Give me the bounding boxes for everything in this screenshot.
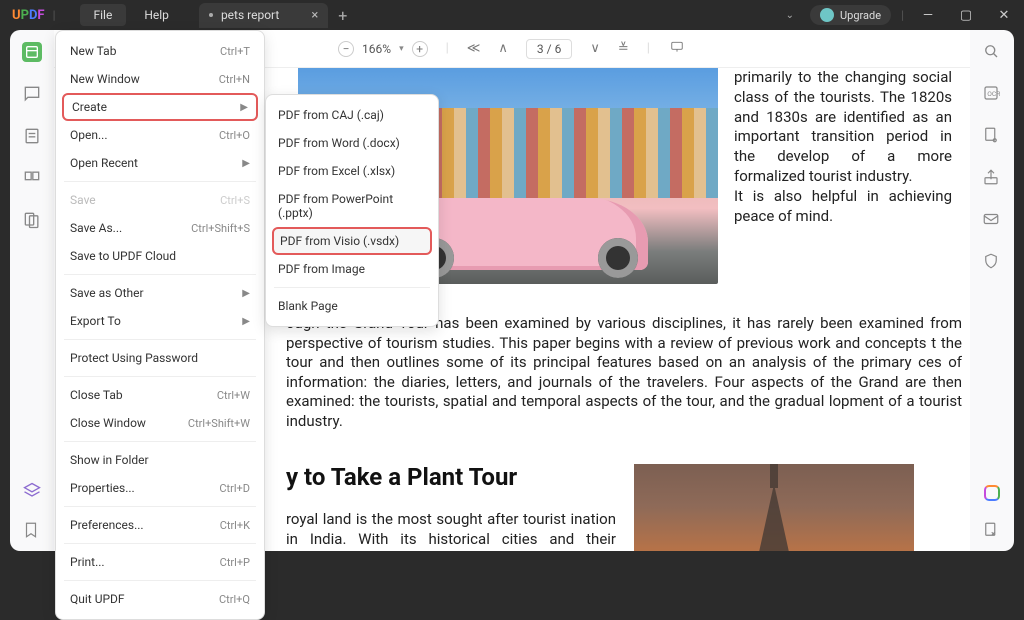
file-save-other[interactable]: Save as Other▶ xyxy=(56,279,264,307)
create-submenu: PDF from CAJ (.caj) PDF from Word (.docx… xyxy=(265,94,439,327)
create-from-excel[interactable]: PDF from Excel (.xlsx) xyxy=(266,157,438,185)
file-export[interactable]: Export To▶ xyxy=(56,307,264,335)
reader-mode-icon[interactable] xyxy=(22,42,42,62)
document-heading: y to Take a Plant Tour xyxy=(286,463,517,491)
file-save-cloud[interactable]: Save to UPDF Cloud xyxy=(56,242,264,270)
document-paragraph-lower: royal land is the most sought after tour… xyxy=(286,510,616,551)
zoom-value: 166% xyxy=(362,42,391,56)
protect-icon[interactable] xyxy=(982,252,1002,272)
search-icon[interactable] xyxy=(982,42,1002,62)
file-close-window[interactable]: Close WindowCtrl+Shift+W xyxy=(56,409,264,437)
crop-icon[interactable] xyxy=(982,126,1002,146)
page-tool-icon[interactable] xyxy=(22,210,42,230)
maximize-button[interactable]: ▢ xyxy=(952,8,980,23)
document-tab[interactable]: pets report × xyxy=(199,3,328,28)
menu-help[interactable]: Help xyxy=(130,4,183,26)
minimize-button[interactable]: — xyxy=(914,8,942,23)
ocr-icon[interactable]: OCR xyxy=(982,84,1002,104)
file-new-tab[interactable]: New TabCtrl+T xyxy=(56,37,264,65)
upgrade-badge-icon xyxy=(820,8,834,22)
zoom-dropdown-icon[interactable]: ▾ xyxy=(399,44,404,54)
last-page-button[interactable]: ≚ xyxy=(618,41,629,56)
edit-tool-icon[interactable] xyxy=(22,126,42,146)
create-from-word[interactable]: PDF from Word (.docx) xyxy=(266,129,438,157)
left-sidebar xyxy=(10,30,54,551)
file-show-folder[interactable]: Show in Folder xyxy=(56,446,264,474)
file-open[interactable]: Open...Ctrl+O xyxy=(56,121,264,149)
first-page-button[interactable]: ≪ xyxy=(467,41,481,56)
file-print[interactable]: Print...Ctrl+P xyxy=(56,548,264,576)
tab-title: pets report xyxy=(221,8,279,22)
updf-square-icon[interactable] xyxy=(984,485,1000,501)
create-blank-page[interactable]: Blank Page xyxy=(266,292,438,320)
document-image-tower xyxy=(634,464,914,551)
tab-modified-dot-icon xyxy=(209,13,213,17)
bookmark-icon[interactable] xyxy=(22,521,42,541)
organize-tool-icon[interactable] xyxy=(22,168,42,188)
title-bar: UPDF | File Help pets report × + ⌄ Upgra… xyxy=(0,0,1024,30)
zoom-in-button[interactable]: + xyxy=(412,41,428,57)
app-logo: UPDF xyxy=(12,8,45,23)
create-from-caj[interactable]: PDF from CAJ (.caj) xyxy=(266,101,438,129)
file-new-window[interactable]: New WindowCtrl+N xyxy=(56,65,264,93)
upgrade-label: Upgrade xyxy=(840,9,881,22)
file-properties[interactable]: Properties...Ctrl+D xyxy=(56,474,264,502)
tab-close-icon[interactable]: × xyxy=(311,8,318,23)
chevron-down-icon[interactable]: ⌄ xyxy=(786,10,794,21)
upgrade-button[interactable]: Upgrade xyxy=(810,5,891,25)
prev-page-button[interactable]: ∧ xyxy=(498,41,508,56)
create-from-image[interactable]: PDF from Image xyxy=(266,255,438,283)
mail-icon[interactable] xyxy=(982,210,1002,230)
chevron-right-icon: ▶ xyxy=(242,158,250,169)
close-button[interactable]: ✕ xyxy=(990,8,1018,23)
file-quit[interactable]: Quit UPDFCtrl+Q xyxy=(56,585,264,613)
file-create[interactable]: Create▶ xyxy=(62,93,258,121)
export-side-icon[interactable] xyxy=(982,521,1002,541)
comment-tool-icon[interactable] xyxy=(22,84,42,104)
document-paragraph-body: ough the Grand Tour has been examined by… xyxy=(286,314,962,431)
file-preferences[interactable]: Preferences...Ctrl+K xyxy=(56,511,264,539)
titlebar-right: ⌄ Upgrade | — ▢ ✕ xyxy=(786,0,1018,30)
menu-file[interactable]: File xyxy=(80,4,127,26)
add-tab-button[interactable]: + xyxy=(338,6,347,25)
chevron-right-icon: ▶ xyxy=(240,102,248,113)
file-save-as[interactable]: Save As...Ctrl+Shift+S xyxy=(56,214,264,242)
zoom-out-button[interactable]: − xyxy=(338,41,354,57)
page-box[interactable]: 3 / 6 xyxy=(526,39,572,59)
file-save: SaveCtrl+S xyxy=(56,186,264,214)
next-page-button[interactable]: ∨ xyxy=(590,41,600,56)
chevron-right-icon: ▶ xyxy=(242,316,250,327)
chevron-right-icon: ▶ xyxy=(242,288,250,299)
menu-bar: File Help xyxy=(80,4,183,26)
create-from-visio[interactable]: PDF from Visio (.vsdx) xyxy=(272,227,432,255)
layers-icon[interactable] xyxy=(22,481,42,501)
svg-text:OCR: OCR xyxy=(987,90,1000,98)
file-open-recent[interactable]: Open Recent▶ xyxy=(56,149,264,177)
file-close-tab[interactable]: Close TabCtrl+W xyxy=(56,381,264,409)
create-from-powerpoint[interactable]: PDF from PowerPoint (.pptx) xyxy=(266,185,438,227)
present-button[interactable] xyxy=(668,40,686,58)
share-icon[interactable] xyxy=(982,168,1002,188)
document-paragraph-right: primarily to the changing social class o… xyxy=(734,68,952,226)
right-sidebar: OCR xyxy=(970,30,1014,551)
file-menu: New TabCtrl+T New WindowCtrl+N Create▶ O… xyxy=(55,30,265,620)
file-protect[interactable]: Protect Using Password xyxy=(56,344,264,372)
